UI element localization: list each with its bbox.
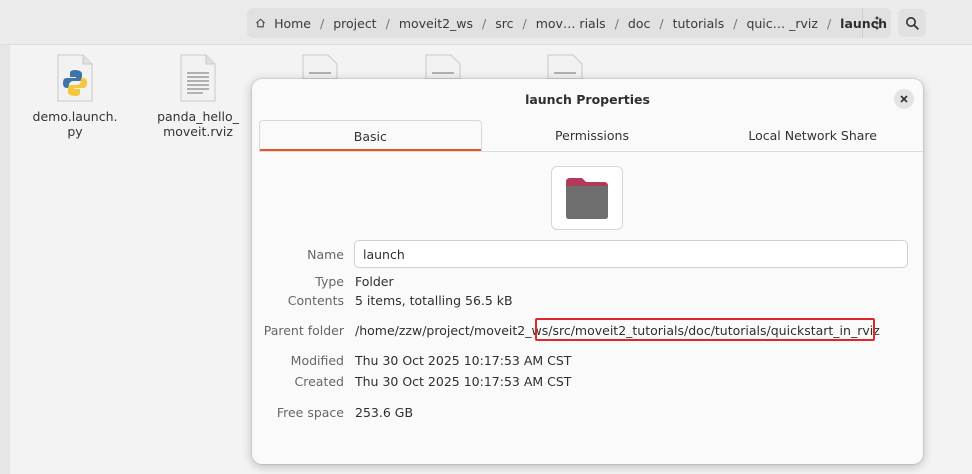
text-file-icon <box>547 54 583 79</box>
file-name: panda_hello_ moveit.rviz <box>157 109 239 139</box>
tab-divider <box>259 151 923 152</box>
file-item-demo-launch[interactable]: demo.launch. py <box>25 53 125 139</box>
text-file-icon <box>425 54 461 79</box>
crumb-moveit2-tutorials[interactable]: mov… rials <box>532 16 610 31</box>
crumb-separator: / <box>614 15 619 31</box>
crumb-src[interactable]: src <box>491 16 517 31</box>
properties-dialog: launch Properties Basic Permissions Loca… <box>252 79 923 464</box>
highlight-annotation <box>535 318 875 341</box>
vertical-ellipsis-icon <box>875 16 879 30</box>
crumb-separator: / <box>385 15 390 31</box>
type-value: Folder <box>355 274 394 289</box>
parent-folder-label: Parent folder <box>263 323 344 338</box>
crumb-separator: / <box>826 15 832 31</box>
created-label: Created <box>294 374 344 389</box>
text-file-icon <box>180 54 216 102</box>
file-name: demo.launch. py <box>32 109 118 139</box>
crumb-home[interactable]: Home <box>270 16 315 31</box>
folder-icon <box>566 178 608 219</box>
path-menu-button[interactable] <box>862 8 891 38</box>
tab-bar: Basic Permissions Local Network Share <box>259 120 923 151</box>
name-label: Name <box>307 247 344 262</box>
crumb-doc[interactable]: doc <box>624 16 654 31</box>
crumb-separator: / <box>522 15 527 31</box>
created-value: Thu 30 Oct 2025 10:17:53 AM CST <box>355 374 572 389</box>
modified-label: Modified <box>290 353 344 368</box>
tab-permissions[interactable]: Permissions <box>482 120 703 151</box>
path-bar: Home / project / moveit2_ws / src / mov…… <box>247 8 891 38</box>
type-label: Type <box>315 274 344 289</box>
file-item-panda-rviz[interactable]: panda_hello_ moveit.rviz <box>148 53 248 139</box>
text-file-icon <box>302 54 338 79</box>
crumb-separator: / <box>482 15 487 31</box>
search-button[interactable] <box>898 9 926 37</box>
dialog-title: launch Properties <box>525 91 650 107</box>
close-icon <box>900 95 908 103</box>
search-icon <box>906 17 919 30</box>
crumb-project[interactable]: project <box>329 16 380 31</box>
tab-basic[interactable]: Basic <box>259 120 482 151</box>
folder-preview <box>551 166 623 230</box>
sidebar-edge <box>0 45 10 474</box>
close-button[interactable] <box>894 89 914 109</box>
contents-label: Contents <box>287 293 344 308</box>
modified-value: Thu 30 Oct 2025 10:17:53 AM CST <box>355 353 572 368</box>
crumb-separator: / <box>733 15 738 31</box>
crumb-tutorials[interactable]: tutorials <box>669 16 729 31</box>
crumb-separator: / <box>319 15 325 31</box>
crumb-separator: / <box>659 15 664 31</box>
crumb-quickstart[interactable]: quic… _rviz <box>742 16 822 31</box>
name-input[interactable]: launch <box>354 240 908 268</box>
free-space-value: 253.6 GB <box>355 405 414 420</box>
python-file-icon <box>57 54 93 102</box>
tab-local-network-share[interactable]: Local Network Share <box>702 120 923 151</box>
free-space-label: Free space <box>276 405 344 420</box>
home-icon <box>256 18 266 28</box>
contents-value: 5 items, totalling 56.5 kB <box>355 293 513 308</box>
crumb-moveit2-ws[interactable]: moveit2_ws <box>395 16 477 31</box>
